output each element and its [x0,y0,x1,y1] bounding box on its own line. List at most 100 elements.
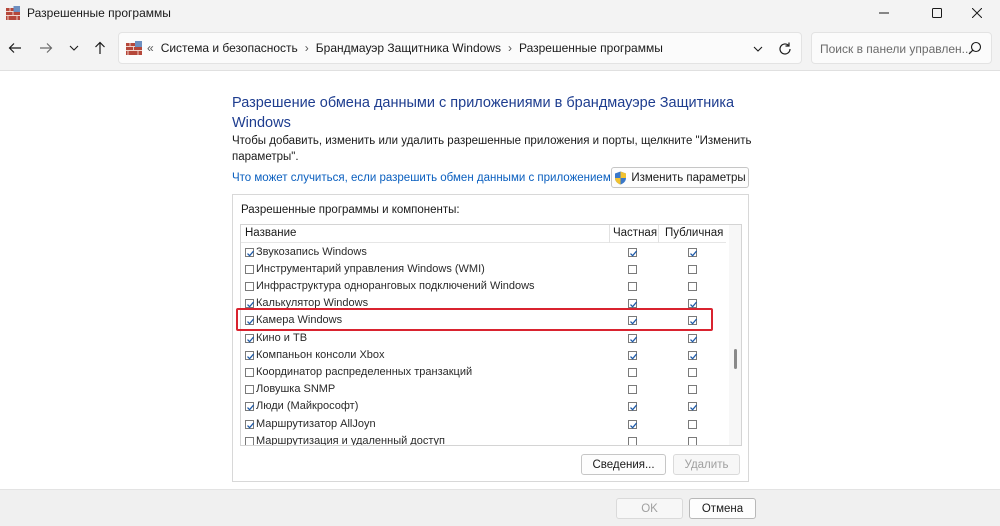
app-name: Компаньон консоли Xbox [256,348,385,361]
risk-info-link[interactable]: Что может случиться, если разрешить обме… [232,172,617,184]
private-network-checkbox[interactable] [628,385,637,395]
public-network-checkbox[interactable] [688,419,697,429]
private-network-checkbox[interactable] [628,247,638,257]
vertical-scrollbar[interactable] [729,225,741,445]
app-name: Люди (Майкрософт) [256,400,359,413]
private-network-checkbox[interactable] [628,419,638,429]
app-enabled-checkbox[interactable] [245,264,254,274]
public-network-checkbox[interactable] [688,367,697,377]
private-network-checkbox[interactable] [628,436,637,445]
close-button[interactable] [954,0,1000,26]
app-row[interactable]: Компаньон консоли Xbox [241,347,726,364]
app-name: Маршрутизация и удаленный доступ [256,434,445,446]
ok-button[interactable]: OK [616,498,683,519]
history-dropdown-icon [69,45,79,51]
app-row[interactable]: Маршрутизация и удаленный доступ [241,433,726,446]
chevron-down-icon[interactable] [751,42,765,56]
minimize-button[interactable] [861,0,907,26]
app-name: Маршрутизатор AllJoyn [256,417,376,430]
scrollbar-thumb[interactable] [733,349,737,369]
app-row[interactable]: Люди (Майкрософт) [241,398,726,415]
details-button[interactable]: Сведения... [581,454,666,475]
forward-arrow-icon [40,43,53,53]
chevron-right-icon[interactable]: › [305,41,309,55]
column-header-name[interactable]: Название [245,227,296,239]
app-enabled-checkbox[interactable] [245,333,255,343]
app-row[interactable]: Инфраструктура одноранговых подключений … [241,278,726,295]
public-network-checkbox[interactable] [688,281,697,291]
private-network-checkbox[interactable] [628,281,637,291]
public-network-checkbox[interactable] [688,385,697,395]
refresh-icon[interactable] [776,40,794,58]
page-title: Разрешение обмена данными с приложениями… [232,95,735,131]
search-placeholder: Поиск в панели управлен... [820,42,972,56]
column-divider [609,225,610,243]
public-network-checkbox[interactable] [688,299,698,309]
back-arrow-icon [8,43,21,53]
app-enabled-checkbox[interactable] [245,281,254,291]
app-row[interactable]: Маршрутизатор AllJoyn [241,416,726,433]
public-network-checkbox[interactable] [688,264,697,274]
allowed-apps-list[interactable]: Название Частная Публичная Звукозапись W… [240,224,742,446]
breadcrumb-item-firewall[interactable]: Брандмауэр Защитника Windows [316,41,501,55]
firewall-icon [126,41,142,55]
title-bar: Разрешенные программы [0,0,1000,26]
dialog-footer [0,489,1000,526]
recent-locations-button[interactable] [62,36,86,60]
search-icon [968,41,982,55]
breadcrumb-item-allowed-apps[interactable]: Разрешенные программы [519,41,663,55]
public-network-checkbox[interactable] [688,333,698,343]
app-enabled-checkbox[interactable] [245,419,255,429]
app-enabled-checkbox[interactable] [245,350,255,360]
close-icon [972,8,982,18]
public-network-checkbox[interactable] [688,402,698,412]
private-network-checkbox[interactable] [628,367,637,377]
app-row[interactable]: Кино и ТВ [241,330,726,347]
app-enabled-checkbox[interactable] [245,436,254,445]
app-enabled-checkbox[interactable] [245,385,254,395]
public-network-checkbox[interactable] [688,350,698,360]
app-name: Инструментарий управления Windows (WMI) [256,262,485,275]
allowed-apps-label: Разрешенные программы и компоненты: [241,204,460,216]
app-row[interactable]: Координатор распределенных транзакций [241,364,726,381]
public-network-checkbox[interactable] [688,247,698,257]
chevron-right-icon[interactable]: › [508,41,512,55]
column-divider [658,225,659,243]
page-description: Чтобы добавить, изменить или удалить раз… [232,135,752,163]
list-header: Название Частная Публичная [241,225,726,243]
private-network-checkbox[interactable] [628,264,637,274]
back-button[interactable] [3,36,27,60]
app-enabled-checkbox[interactable] [245,367,254,377]
private-network-checkbox[interactable] [628,350,638,360]
breadcrumb-item-security[interactable]: Система и безопасность [161,41,298,55]
highlight-box [236,308,713,331]
private-network-checkbox[interactable] [628,402,638,412]
app-enabled-checkbox[interactable] [245,402,255,412]
address-bar[interactable]: « Система и безопасность › Брандмауэр За… [118,32,802,64]
private-network-checkbox[interactable] [628,299,638,309]
app-row[interactable]: Звукозапись Windows [241,244,726,261]
up-button[interactable] [88,36,112,60]
remove-button[interactable]: Удалить [673,454,740,475]
app-enabled-checkbox[interactable] [245,299,255,309]
public-network-checkbox[interactable] [688,436,697,445]
breadcrumb-overflow[interactable]: « [147,41,154,55]
change-settings-button[interactable]: Изменить параметры [611,167,749,188]
column-header-public[interactable]: Публичная [665,227,723,239]
app-name: Ловушка SNMP [256,383,336,396]
window-title: Разрешенные программы [27,6,171,20]
app-row[interactable]: Инструментарий управления Windows (WMI) [241,261,726,278]
app-enabled-checkbox[interactable] [245,247,255,257]
app-row[interactable]: Ловушка SNMP [241,381,726,398]
app-name: Кино и ТВ [256,331,308,344]
private-network-checkbox[interactable] [628,333,638,343]
column-header-private[interactable]: Частная [613,227,657,239]
search-input[interactable]: Поиск в панели управлен... [811,32,992,64]
app-name: Звукозапись Windows [256,245,367,258]
breadcrumb: « Система и безопасность › Брандмауэр За… [147,41,663,55]
minimize-icon [879,12,889,14]
change-settings-label: Изменить параметры [631,171,746,184]
forward-button[interactable] [34,36,58,60]
cancel-button[interactable]: Отмена [689,498,756,519]
up-arrow-icon [95,41,105,54]
